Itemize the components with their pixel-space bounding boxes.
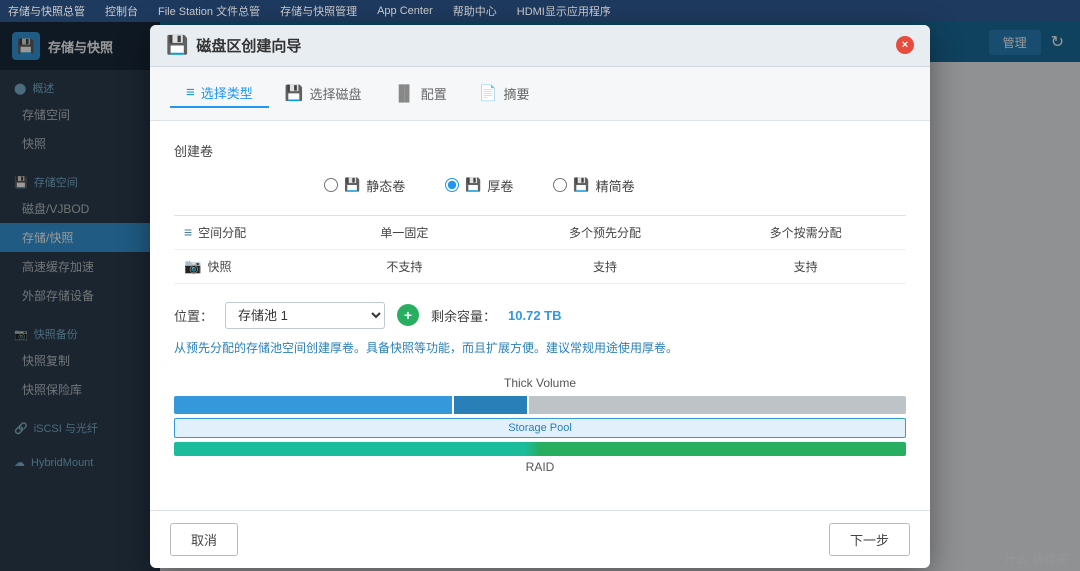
- wizard-step-3[interactable]: ▐▌ 配置: [377, 80, 462, 107]
- volume-types-row: 💾 静态卷 💾 厚卷 💾 精简卷: [174, 176, 906, 195]
- prop-label-space: ≡ 空间分配: [174, 216, 304, 249]
- volume-type-static[interactable]: 💾 静态卷: [324, 176, 405, 195]
- dialog-footer: 取消 下一步: [150, 510, 930, 568]
- taskbar-item-7[interactable]: HDMI显示应用程序: [517, 3, 611, 19]
- storage-pool-bar: Storage Pool: [174, 418, 906, 438]
- step2-icon: 💾: [285, 84, 304, 102]
- remaining-value: 10.72 TB: [508, 308, 561, 323]
- taskbar: 存储与快照总管 控制台 File Station 文件总管 存储与快照管理 Ap…: [0, 0, 1080, 22]
- prop-val-snap-2: 支持: [505, 250, 706, 283]
- taskbar-item-3[interactable]: File Station 文件总管: [158, 3, 260, 19]
- create-vol-title: 创建卷: [174, 141, 906, 160]
- step1-icon: ≡: [186, 84, 195, 101]
- step4-label: 摘要: [503, 84, 529, 103]
- thick-vol-radio[interactable]: [445, 178, 459, 192]
- step3-label: 配置: [421, 84, 447, 103]
- snapshot-prop-icon: 📷: [184, 258, 201, 275]
- static-vol-label: 静态卷: [366, 176, 405, 195]
- properties-table: ≡ 空间分配 单一固定 多个预先分配 多个按需分配 📷 快照 不支持 支持 支持: [174, 215, 906, 284]
- cancel-button[interactable]: 取消: [170, 523, 238, 556]
- thin-vol-radio[interactable]: [553, 178, 567, 192]
- prop-val-space-3: 多个按需分配: [705, 216, 906, 249]
- bar-blue-mid: [454, 396, 527, 414]
- info-text: 从预先分配的存储池空间创建厚卷。具备快照等功能，而且扩展方便。建议常规用途使用厚…: [174, 339, 906, 358]
- bar-gray-right: [529, 396, 906, 414]
- thick-vol-icon: 💾: [465, 177, 481, 193]
- step3-icon: ▐▌: [393, 85, 414, 102]
- wizard-steps: ≡ 选择类型 💾 选择磁盘 ▐▌ 配置 📄 摘要: [150, 67, 930, 121]
- step2-label: 选择磁盘: [309, 84, 361, 103]
- prop-val-snap-1: 不支持: [304, 250, 505, 283]
- volume-type-thick[interactable]: 💾 厚卷: [445, 176, 513, 195]
- thick-volume-label: Thick Volume: [174, 376, 906, 390]
- prop-row-space: ≡ 空间分配 单一固定 多个预先分配 多个按需分配: [174, 216, 906, 250]
- location-select[interactable]: 存储池 1: [225, 302, 385, 329]
- static-vol-radio[interactable]: [324, 178, 338, 192]
- wizard-step-4[interactable]: 📄 摘要: [463, 80, 546, 107]
- step4-icon: 📄: [479, 84, 498, 102]
- taskbar-item-5[interactable]: App Center: [377, 5, 433, 17]
- volume-type-thin[interactable]: 💾 精简卷: [553, 176, 634, 195]
- dialog-title: 💾 磁盘区创建向导: [166, 35, 301, 56]
- dialog-title-text: 磁盘区创建向导: [196, 35, 301, 56]
- taskbar-item-2[interactable]: 控制台: [105, 3, 138, 19]
- dialog-body: 创建卷 💾 静态卷 💾 厚卷 💾 精简卷: [150, 121, 930, 510]
- prop-val-space-2: 多个预先分配: [505, 216, 706, 249]
- prop-val-space-1: 单一固定: [304, 216, 505, 249]
- next-button[interactable]: 下一步: [829, 523, 910, 556]
- location-row: 位置： 存储池 1 + 剩余容量： 10.72 TB: [174, 302, 906, 329]
- dialog-title-icon: 💾: [166, 35, 188, 56]
- taskbar-item-4[interactable]: 存储与快照管理: [280, 3, 357, 19]
- dialog-overlay: 💾 磁盘区创建向导 × ≡ 选择类型 💾 选择磁盘 ▐▌ 配置 📄 摘要: [0, 22, 1080, 571]
- dialog-titlebar: 💾 磁盘区创建向导 ×: [150, 25, 930, 67]
- thin-vol-label: 精简卷: [596, 176, 635, 195]
- raid-bar: [174, 442, 906, 456]
- wizard-step-1[interactable]: ≡ 选择类型: [170, 79, 269, 108]
- space-alloc-icon: ≡: [184, 224, 192, 240]
- wizard-dialog: 💾 磁盘区创建向导 × ≡ 选择类型 💾 选择磁盘 ▐▌ 配置 📄 摘要: [150, 25, 930, 568]
- snapshot-prop-text: 快照: [207, 258, 231, 275]
- taskbar-item-6[interactable]: 帮助中心: [453, 3, 497, 19]
- storage-pool-label: Storage Pool: [508, 422, 572, 434]
- prop-val-snap-3: 支持: [705, 250, 906, 283]
- raid-label: RAID: [174, 460, 906, 474]
- prop-row-snapshot: 📷 快照 不支持 支持 支持: [174, 250, 906, 284]
- taskbar-item-1[interactable]: 存储与快照总管: [8, 3, 85, 19]
- bar-blue-left: [174, 396, 452, 414]
- volume-viz: Thick Volume Storage Pool RAID: [174, 376, 906, 474]
- wizard-step-2[interactable]: 💾 选择磁盘: [269, 80, 378, 107]
- step1-label: 选择类型: [201, 83, 253, 102]
- location-label: 位置：: [174, 306, 213, 325]
- static-vol-icon: 💾: [344, 177, 360, 193]
- prop-label-snapshot: 📷 快照: [174, 250, 304, 283]
- thick-vol-bar: [174, 396, 906, 414]
- space-alloc-text: 空间分配: [198, 224, 246, 241]
- remaining-label: 剩余容量：: [431, 306, 496, 325]
- add-pool-button[interactable]: +: [397, 304, 419, 326]
- thin-vol-icon: 💾: [573, 177, 589, 193]
- thick-vol-label: 厚卷: [487, 176, 513, 195]
- dialog-close-button[interactable]: ×: [896, 36, 914, 54]
